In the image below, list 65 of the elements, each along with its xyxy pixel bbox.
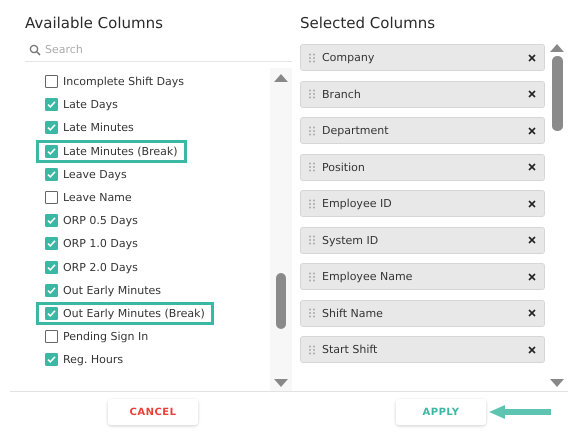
checkbox-item[interactable]: ORP 1.0 Days	[36, 232, 147, 256]
close-icon[interactable]	[528, 309, 536, 317]
close-icon[interactable]	[528, 346, 536, 354]
close-icon[interactable]	[528, 126, 536, 134]
close-icon[interactable]	[528, 272, 536, 280]
scroll-up-icon[interactable]	[550, 44, 564, 52]
drag-handle-icon[interactable]	[309, 89, 315, 99]
checkbox[interactable]	[45, 191, 58, 204]
checkbox[interactable]	[45, 214, 58, 228]
checkbox[interactable]	[45, 144, 58, 158]
checkbox[interactable]	[45, 75, 58, 88]
drag-handle-icon[interactable]	[309, 126, 315, 136]
checkbox[interactable]	[45, 306, 58, 320]
drag-handle-icon[interactable]	[309, 235, 315, 245]
checkbox-item[interactable]: Reg. Hours	[36, 348, 132, 372]
close-icon[interactable]	[528, 54, 536, 62]
scroll-down-icon[interactable]	[550, 379, 564, 387]
checkbox[interactable]	[45, 121, 58, 134]
checkbox[interactable]	[45, 353, 58, 366]
drag-handle-icon[interactable]	[309, 162, 315, 172]
column-chip[interactable]: Shift Name	[300, 300, 545, 326]
checkbox[interactable]	[45, 330, 58, 344]
scroll-up-icon[interactable]	[274, 74, 288, 82]
column-chip[interactable]: Start Shift	[300, 336, 545, 363]
panel-title: Available Columns	[25, 14, 164, 34]
drag-handle-icon[interactable]	[309, 272, 315, 282]
checkbox-item[interactable]: Out Early Minutes	[36, 278, 170, 302]
column-chip[interactable]: Employee ID	[300, 190, 545, 217]
checkbox-item[interactable]: Late Days	[36, 93, 127, 116]
checkbox-item[interactable]: Pending Sign In	[36, 325, 158, 348]
close-icon[interactable]	[528, 163, 536, 171]
checkbox[interactable]	[45, 260, 58, 274]
checkbox-item[interactable]: ORP 2.0 Days	[36, 256, 147, 279]
column-chip[interactable]: Employee Name	[300, 263, 545, 290]
scrollbar-thumb[interactable]	[552, 56, 562, 131]
column-chip[interactable]: Branch	[300, 80, 545, 108]
highlighted-checkbox-item[interactable]: Out Early Minutes (Break)	[36, 302, 214, 326]
drag-handle-icon[interactable]	[309, 198, 315, 208]
checkbox[interactable]	[45, 168, 58, 181]
column-chip[interactable]: System ID	[300, 226, 545, 254]
column-chip[interactable]: Department	[300, 117, 545, 144]
drag-handle-icon[interactable]	[309, 308, 315, 318]
close-icon[interactable]	[528, 200, 536, 208]
column-chip[interactable]: Position	[300, 154, 545, 180]
drag-handle-icon[interactable]	[309, 52, 315, 62]
scroll-down-icon[interactable]	[274, 379, 288, 387]
highlighted-checkbox-item[interactable]: Late Minutes (Break)	[36, 140, 187, 163]
checkbox[interactable]	[45, 284, 58, 297]
checkbox[interactable]	[45, 237, 58, 250]
close-icon[interactable]	[528, 236, 536, 244]
cancel-button[interactable]: CANCEL	[108, 399, 198, 425]
checkbox[interactable]	[45, 98, 58, 112]
close-icon[interactable]	[528, 90, 536, 98]
search-icon	[29, 44, 41, 56]
column-chip[interactable]: Company	[300, 44, 545, 71]
checkbox-item[interactable]: Leave Name	[36, 186, 141, 210]
checkbox-item[interactable]: Incomplete Shift Days	[36, 70, 194, 94]
scrollbar[interactable]	[270, 68, 292, 391]
checkbox-item[interactable]: ORP 0.5 Days	[36, 209, 147, 232]
scrollbar-thumb[interactable]	[276, 273, 286, 329]
drag-handle-icon[interactable]	[309, 344, 315, 354]
checkbox-item[interactable]: Late Minutes	[36, 116, 143, 140]
checkbox-item[interactable]: Leave Days	[36, 162, 136, 186]
arrow-icon	[489, 405, 551, 419]
panel-title: Selected Columns	[300, 14, 436, 34]
